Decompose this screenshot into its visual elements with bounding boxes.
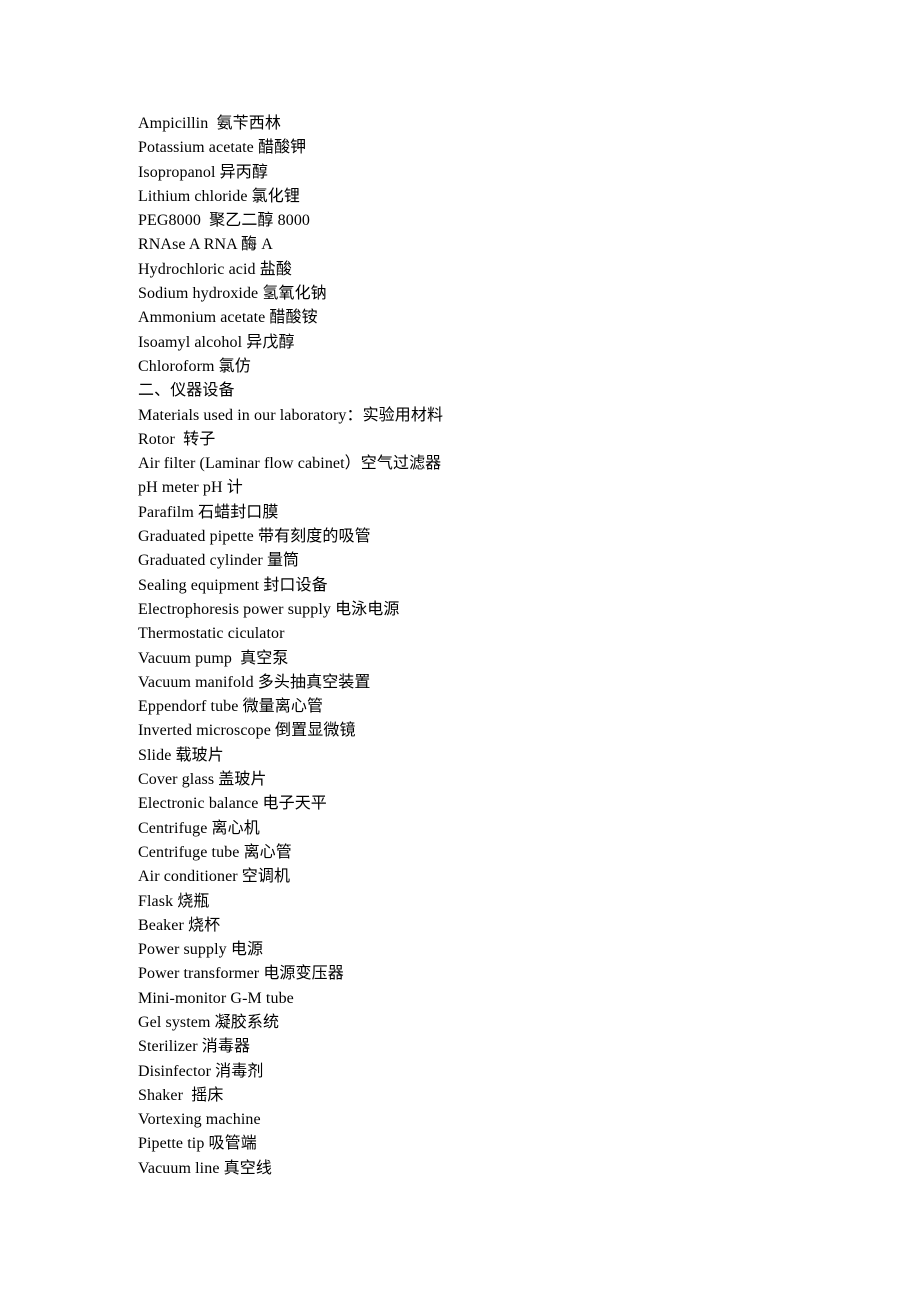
glossary-line: Vacuum line 真空线 [138,1159,272,1177]
glossary-line: RNAse A RNA 酶 A [138,236,273,254]
glossary-line: Vacuum manifold 多头抽真空装置 [138,673,371,691]
glossary-line: Parafilm 石蜡封口膜 [138,503,279,521]
glossary-line: Gel system 凝胶系统 [138,1013,280,1031]
glossary-line: Eppendorf tube 微量离心管 [138,698,324,716]
glossary-line: Sterilizer 消毒器 [138,1038,251,1056]
document-page: Ampicillin 氨苄西林 Potassium acetate 醋酸钾 Isop… [0,0,920,1302]
glossary-line: Power transformer 电源变压器 [138,965,344,983]
glossary-line: Electrophoresis power supply 电泳电源 [138,600,400,618]
section-heading: 二、仪器设备 [138,382,235,400]
glossary-line: Shaker 摇床 [138,1086,224,1104]
glossary-line: Thermostatic ciculator [138,625,285,643]
glossary-line: Centrifuge tube 离心管 [138,843,292,861]
glossary-line: Vortexing machine [138,1111,261,1129]
glossary-line: Power supply 电源 [138,941,264,959]
glossary-line: Chloroform 氯仿 [138,357,251,375]
glossary-line: Inverted microscope 倒置显微镜 [138,722,356,740]
glossary-line: Beaker 烧杯 [138,916,221,934]
glossary-list: Ampicillin 氨苄西林 Potassium acetate 醋酸钾 Isop… [138,112,838,1181]
glossary-line: Hydrochloric acid 盐酸 [138,260,292,278]
glossary-line: Ampicillin 氨苄西林 [138,115,281,132]
glossary-line: Mini-monitor G-M tube [138,989,294,1007]
glossary-line: Centrifuge 离心机 [138,819,260,837]
glossary-line: Air filter (Laminar flow cabinet）空气过滤器 [138,455,442,473]
glossary-line: Rotor 转子 [138,430,216,448]
glossary-line: pH meter pH 计 [138,479,243,497]
glossary-line: Electronic balance 电子天平 [138,795,327,813]
glossary-line: Sodium hydroxide 氢氧化钠 [138,285,327,303]
glossary-line: Isoamyl alcohol 异戊醇 [138,333,295,351]
glossary-line: Air conditioner 空调机 [138,868,291,886]
glossary-line: Potassium acetate 醋酸钾 [138,139,307,157]
glossary-line: Disinfector 消毒剂 [138,1062,264,1080]
glossary-line: PEG8000 聚乙二醇 8000 [138,212,311,230]
glossary-line: Graduated pipette 带有刻度的吸管 [138,528,371,546]
glossary-line: Sealing equipment 封口设备 [138,576,328,594]
glossary-line: Pipette tip 吸管端 [138,1135,257,1153]
glossary-line: Slide 载玻片 [138,746,224,764]
glossary-line: Cover glass 盖玻片 [138,771,267,789]
glossary-line: Graduated cylinder 量筒 [138,552,300,570]
glossary-line: Ammonium acetate 醋酸铵 [138,309,318,327]
glossary-line: Vacuum pump 真空泵 [138,649,289,667]
glossary-line: Isopropanol 异丙醇 [138,163,268,181]
glossary-line: Flask 烧瓶 [138,892,210,910]
glossary-line: Lithium chloride 氯化锂 [138,187,300,205]
glossary-line: Materials used in our laboratory：实验用材料 [138,406,444,424]
